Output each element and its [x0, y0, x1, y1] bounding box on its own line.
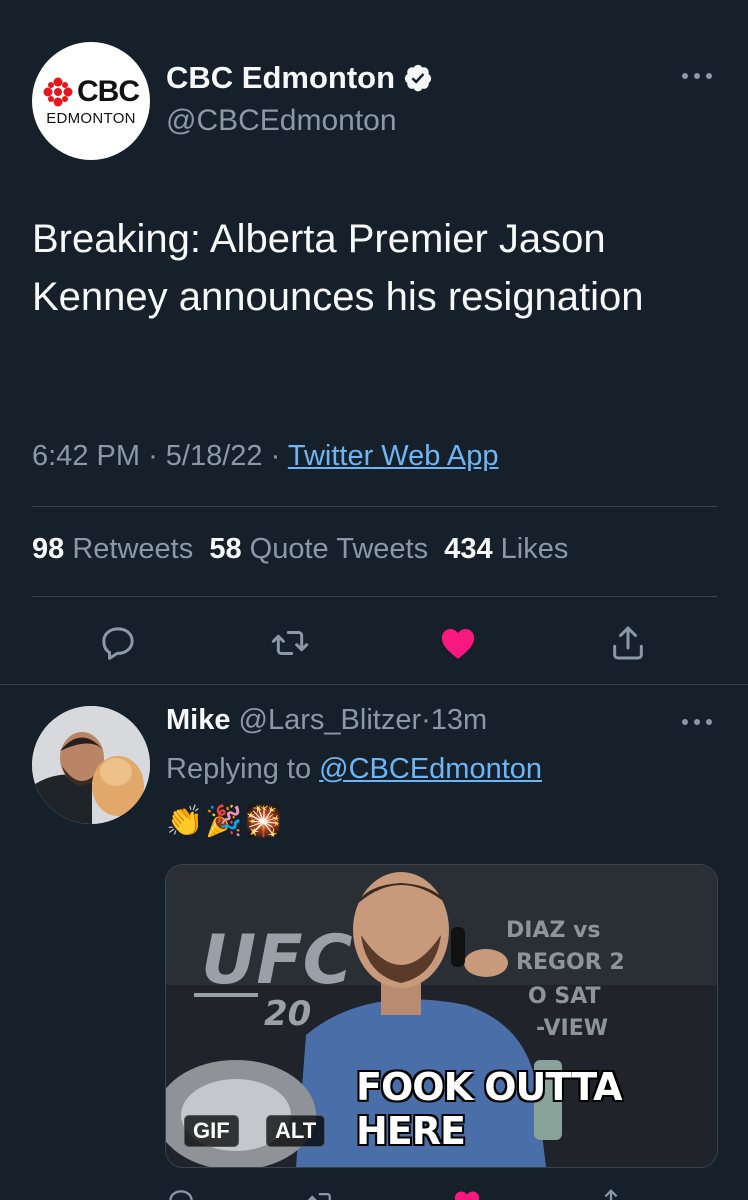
gif-caption: FOOK OUTTA HERE	[356, 1065, 623, 1153]
tweet-timestamp-row: 6:42 PM · 5/18/22 · Twitter Web App	[32, 440, 498, 473]
divider	[32, 596, 717, 597]
gif-badge: GIF	[184, 1115, 239, 1147]
backdrop-right-line-4: -VIEW	[536, 1016, 608, 1041]
tweet-source-link[interactable]: Twitter Web App	[288, 440, 499, 472]
more-dot	[682, 719, 688, 725]
like-icon[interactable]	[438, 623, 478, 663]
divider	[32, 506, 717, 507]
reply-text: 👏🎉🎇	[166, 805, 285, 838]
retweets-stat[interactable]: 98 Retweets	[32, 533, 193, 565]
share-icon[interactable]	[596, 1187, 626, 1200]
reply-author-avatar[interactable]	[32, 706, 150, 824]
tweet-text: Breaking: Alberta Premier Jason Kenney a…	[32, 217, 644, 319]
reply-author-name[interactable]: Mike	[166, 704, 230, 736]
tweet-date[interactable]: 5/18/22	[166, 440, 263, 472]
retweets-label: Retweets	[72, 533, 194, 565]
cbc-logo: CBC	[43, 75, 140, 109]
likes-count: 434	[444, 533, 493, 565]
alt-badge[interactable]: ALT	[266, 1115, 326, 1147]
backdrop-right-line-2: REGOR 2	[516, 950, 625, 975]
cbc-logo-subtext: EDMONTON	[46, 110, 136, 127]
meta-separator: ·	[148, 440, 158, 472]
reply-actions-partial	[0, 1183, 748, 1200]
author-name-row[interactable]: CBC Edmonton	[166, 60, 433, 96]
like-icon[interactable]	[452, 1187, 482, 1200]
divider	[0, 684, 748, 685]
tweet-actions	[0, 605, 748, 683]
retweets-count: 98	[32, 533, 65, 565]
cbc-logo-text: CBC	[77, 75, 140, 108]
replying-to-line: Replying to @CBCEdmonton	[166, 753, 542, 786]
meta-separator: ·	[270, 440, 281, 472]
reply-separator: ·	[421, 704, 431, 736]
backdrop-right-line-1: DIAZ vs	[506, 918, 601, 943]
more-dot	[682, 73, 688, 79]
retweet-icon[interactable]	[306, 1187, 336, 1200]
likes-stat[interactable]: 434 Likes	[444, 533, 568, 565]
more-options-icon[interactable]	[682, 66, 716, 86]
backdrop-ufc-subtext: 20	[264, 994, 311, 1034]
reply-author-handle[interactable]: @Lars_Blitzer	[239, 704, 422, 736]
quotes-count: 58	[209, 533, 242, 565]
likes-label: Likes	[500, 533, 569, 565]
more-dot	[706, 73, 712, 79]
more-dot	[694, 73, 700, 79]
backdrop-ufc-text: UFC	[201, 921, 353, 1000]
reply-gif-media[interactable]: UFC 20 DIAZ vs REGOR 2 O SAT -VIEW GIF A…	[165, 864, 718, 1168]
backdrop-right-line-3: O SAT	[528, 984, 601, 1009]
reply-more-options-icon[interactable]	[682, 712, 716, 732]
author-handle[interactable]: @CBCEdmonton	[166, 104, 397, 138]
reply-icon[interactable]	[166, 1187, 196, 1200]
share-icon[interactable]	[608, 623, 648, 663]
reply-avatar-photo	[32, 706, 150, 824]
author-avatar[interactable]: CBC EDMONTON	[32, 42, 150, 160]
verified-badge-icon	[404, 64, 432, 92]
more-dot	[694, 719, 700, 725]
quotes-stat[interactable]: 58 Quote Tweets	[209, 533, 428, 565]
reply-header: Mike @Lars_Blitzer·13m	[166, 704, 487, 737]
tweet-time[interactable]: 6:42 PM	[32, 440, 140, 472]
replying-to-handle-link[interactable]: @CBCEdmonton	[319, 753, 542, 785]
author-name[interactable]: CBC Edmonton	[166, 60, 395, 96]
retweet-icon[interactable]	[270, 623, 310, 663]
more-dot	[706, 719, 712, 725]
reply-icon[interactable]	[98, 623, 138, 663]
quotes-label: Quote Tweets	[249, 533, 429, 565]
cbc-gem-icon	[43, 77, 73, 107]
reply-time[interactable]: 13m	[431, 704, 487, 736]
replying-to-prefix: Replying to	[166, 753, 312, 785]
tweet-stats: 98 Retweets 58 Quote Tweets 434 Likes	[32, 533, 568, 566]
